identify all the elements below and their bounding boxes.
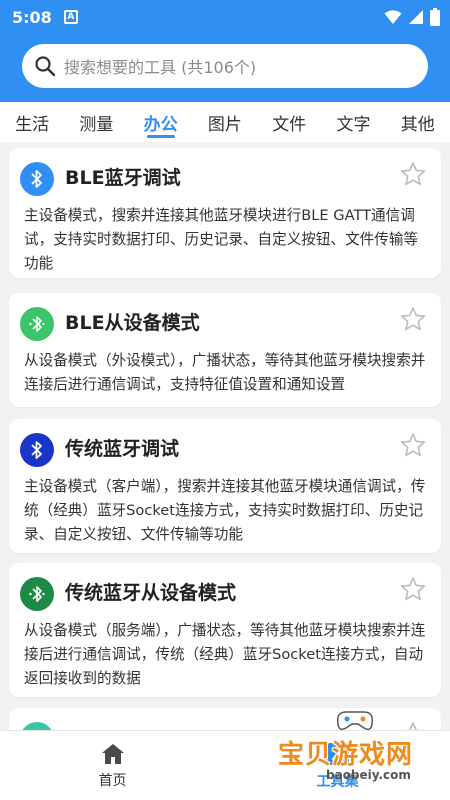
tool-card-classic-debug[interactable]: 传统蓝牙调试 主设备模式（客户端），搜索并连接其他蓝牙模块通信调试，传统（经典）… <box>9 419 441 553</box>
bluetooth-icon <box>20 162 54 196</box>
bluetooth-icon <box>20 433 54 467</box>
tool-card-ble-debug[interactable]: BLE蓝牙调试 主设备模式，搜索并连接其他蓝牙模块进行BLE GATT通信调试，… <box>9 148 441 278</box>
signal-icon <box>409 10 423 24</box>
tab-label: 其他 <box>400 114 435 135</box>
status-time: 5:08 <box>12 7 52 27</box>
nav-home[interactable]: 首页 <box>0 731 225 800</box>
watermark: 宝贝游戏网 baobeiy.com <box>278 706 450 800</box>
tab-file[interactable]: 文件 <box>257 102 321 142</box>
gamepad-icon <box>336 711 374 731</box>
tool-card-description: 主设备模式，搜索并连接其他蓝牙模块进行BLE GATT通信调试，支持实时数据打印… <box>24 207 419 272</box>
home-icon <box>101 743 124 764</box>
tab-measure[interactable]: 测量 <box>64 102 128 142</box>
tool-card-title: BLE从设备模式 <box>65 312 200 334</box>
star-icon[interactable] <box>399 305 427 333</box>
tool-card-title: BLE蓝牙调试 <box>65 167 181 189</box>
search-input[interactable]: 搜索想要的工具 (共106个) <box>22 44 428 88</box>
notification-a-icon: A <box>63 10 78 24</box>
header: 5:08 A 搜索想要的工具 (共106个) <box>0 0 450 102</box>
tab-image[interactable]: 图片 <box>193 102 257 142</box>
wifi-icon <box>384 10 402 24</box>
star-icon[interactable] <box>399 575 427 603</box>
watermark-url: baobeiy.com <box>326 768 411 782</box>
tab-label: 测量 <box>79 114 114 135</box>
tool-card-description: 从设备模式（服务端），广播状态，等待其他蓝牙模块搜索并连接后进行通信调试，传统（… <box>24 622 426 687</box>
star-icon[interactable] <box>399 160 427 188</box>
bluetooth-signal-icon <box>20 577 54 611</box>
star-icon[interactable] <box>399 431 427 459</box>
watermark-text: 宝贝游戏网 <box>278 740 414 770</box>
tool-card-classic-peripheral[interactable]: 传统蓝牙从设备模式 从设备模式（服务端），广播状态，等待其他蓝牙模块搜索并连接后… <box>9 563 441 697</box>
tool-card-title: 传统蓝牙调试 <box>65 438 180 460</box>
status-bar: 5:08 A <box>0 0 450 34</box>
nav-home-label: 首页 <box>98 772 127 789</box>
tool-card-title: 传统蓝牙从设备模式 <box>65 582 237 604</box>
category-tabs: 生活 测量 办公 图片 文件 文字 其他 <box>0 102 450 142</box>
bluetooth-signal-icon <box>20 307 54 341</box>
tool-card-description: 主设备模式（客户端），搜索并连接其他蓝牙模块通信调试，传统（经典）蓝牙Socke… <box>24 478 426 543</box>
tab-life[interactable]: 生活 <box>0 102 64 142</box>
tab-label: 生活 <box>15 114 50 135</box>
status-icons <box>384 8 440 26</box>
tab-label: 文字 <box>336 114 371 135</box>
search-icon <box>34 55 56 77</box>
tab-text[interactable]: 文字 <box>321 102 385 142</box>
tab-active-indicator <box>146 135 175 138</box>
tool-card-description: 从设备模式（外设模式），广播状态，等待其他蓝牙模块搜索并连接后进行通信调试，支持… <box>24 352 426 393</box>
search-placeholder: 搜索想要的工具 (共106个) <box>64 58 257 77</box>
tool-icon <box>20 722 54 730</box>
tab-office[interactable]: 办公 <box>129 102 193 142</box>
tab-label: 文件 <box>272 114 307 135</box>
tool-list: BLE蓝牙调试 主设备模式，搜索并连接其他蓝牙模块进行BLE GATT通信调试，… <box>0 142 450 730</box>
tab-label: 办公 <box>143 114 178 135</box>
tab-label: 图片 <box>207 114 242 135</box>
tool-card-ble-peripheral[interactable]: BLE从设备模式 从设备模式（外设模式），广播状态，等待其他蓝牙模块搜索并连接后… <box>9 293 441 407</box>
tab-other[interactable]: 其他 <box>386 102 450 142</box>
battery-icon <box>430 8 440 26</box>
